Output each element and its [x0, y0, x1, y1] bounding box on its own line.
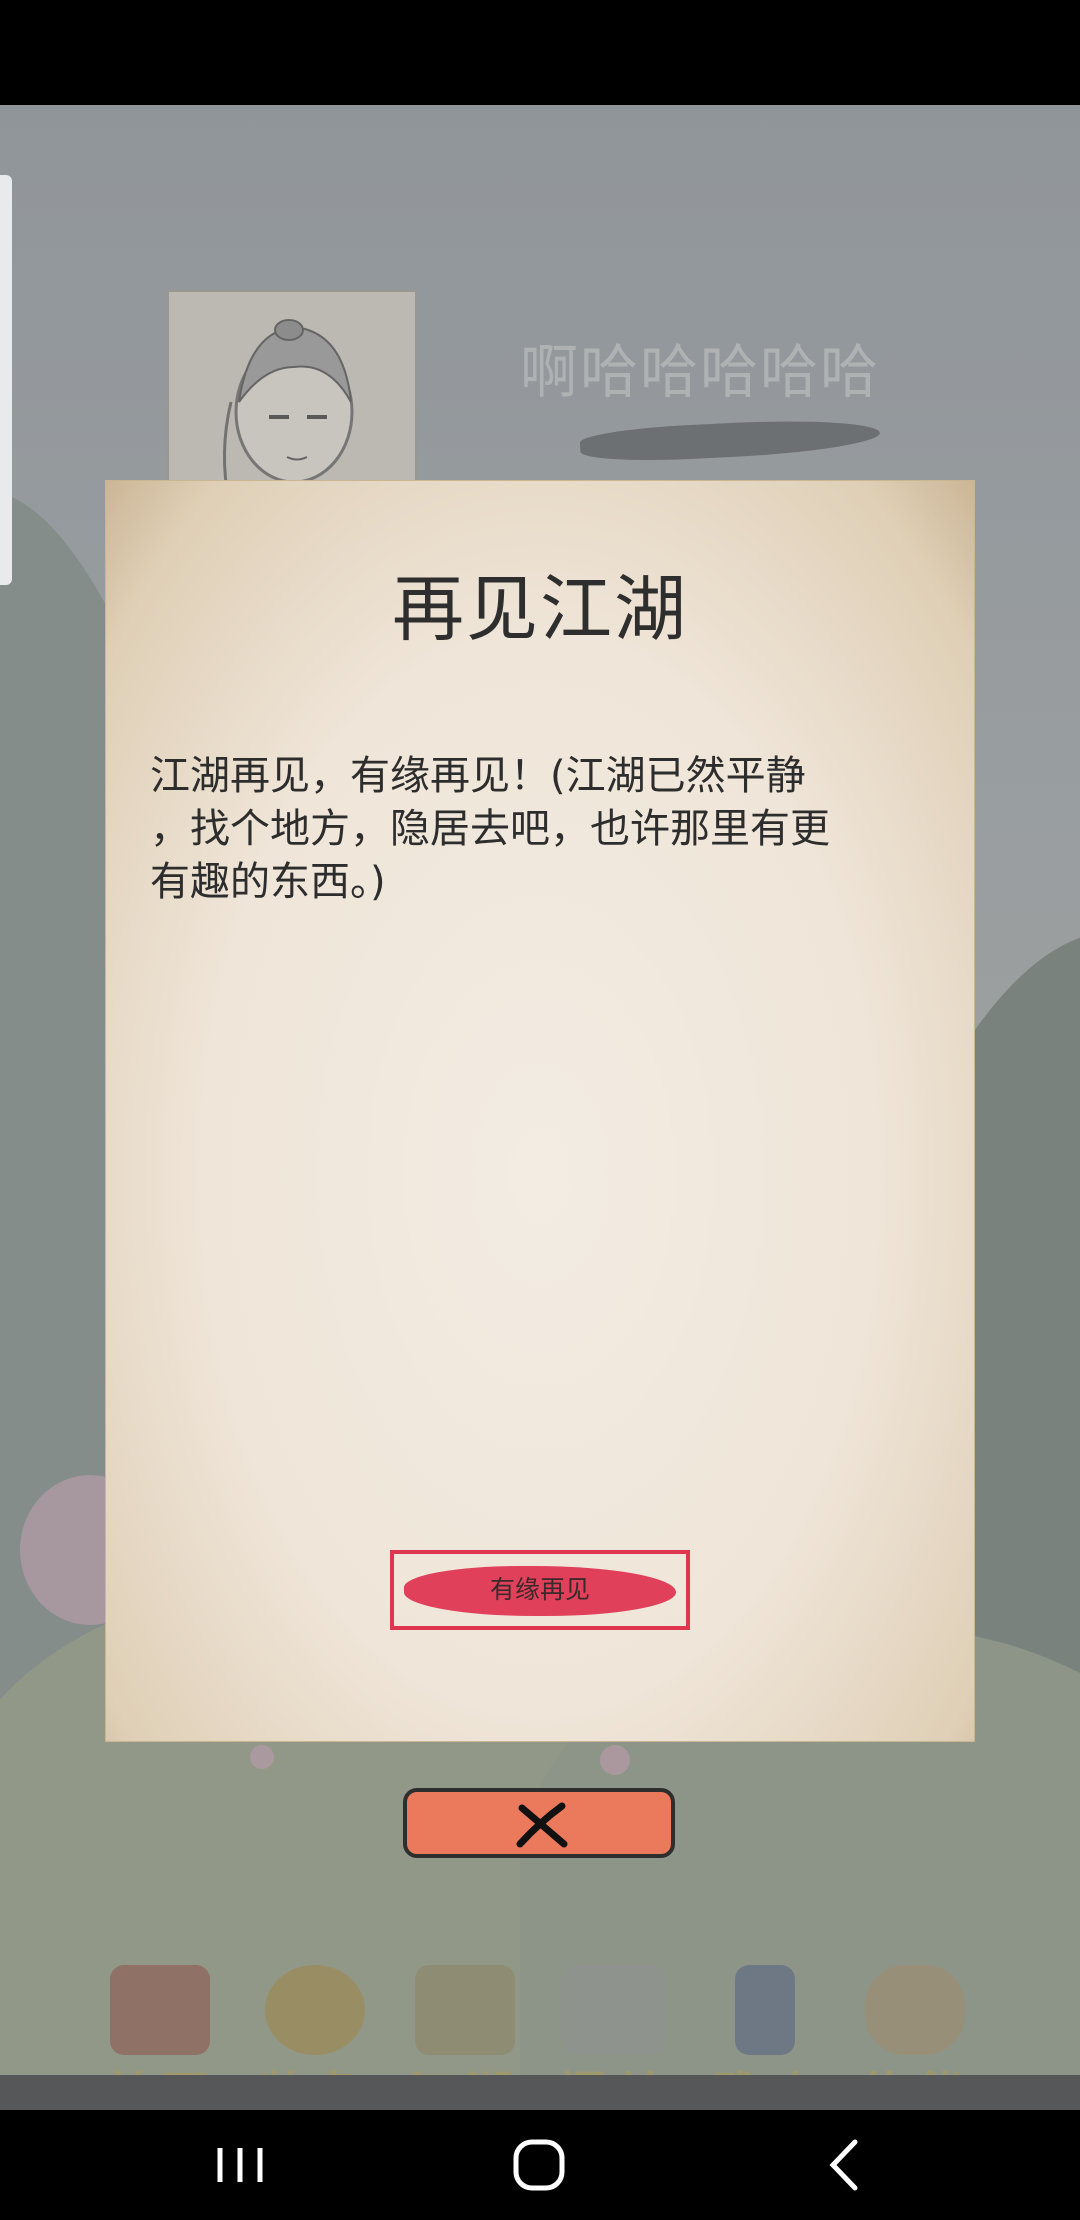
status-bar [0, 0, 1080, 105]
system-navigation-bar [0, 2110, 1080, 2220]
recents-icon [217, 2148, 263, 2182]
dialog-message: 江湖再见，有缘再见！(江湖已然平静 ，找个地方，隐居去吧，也许那里有更 有趣的东… [150, 753, 830, 905]
side-scroll-handle[interactable] [0, 175, 12, 585]
close-button[interactable] [403, 1788, 675, 1858]
home-button[interactable] [500, 2130, 580, 2200]
back-button[interactable] [805, 2130, 885, 2200]
close-icon [516, 1802, 568, 1848]
back-icon [829, 2139, 858, 2191]
recents-button[interactable] [200, 2130, 280, 2200]
farewell-confirm-button[interactable]: 有缘再见 [390, 1550, 690, 1630]
home-icon [513, 2139, 565, 2191]
screen: 啊哈哈哈哈哈 首页 装备 江湖 闯关 武功 [0, 0, 1080, 2220]
confirm-button-label: 有缘再见 [489, 1575, 590, 1604]
farewell-dialog: 再见江湖 江湖再见，有缘再见！(江湖已然平静 ，找个地方，隐居去吧，也许那里有更… [105, 480, 975, 1742]
dialog-title: 再见江湖 [391, 567, 688, 651]
